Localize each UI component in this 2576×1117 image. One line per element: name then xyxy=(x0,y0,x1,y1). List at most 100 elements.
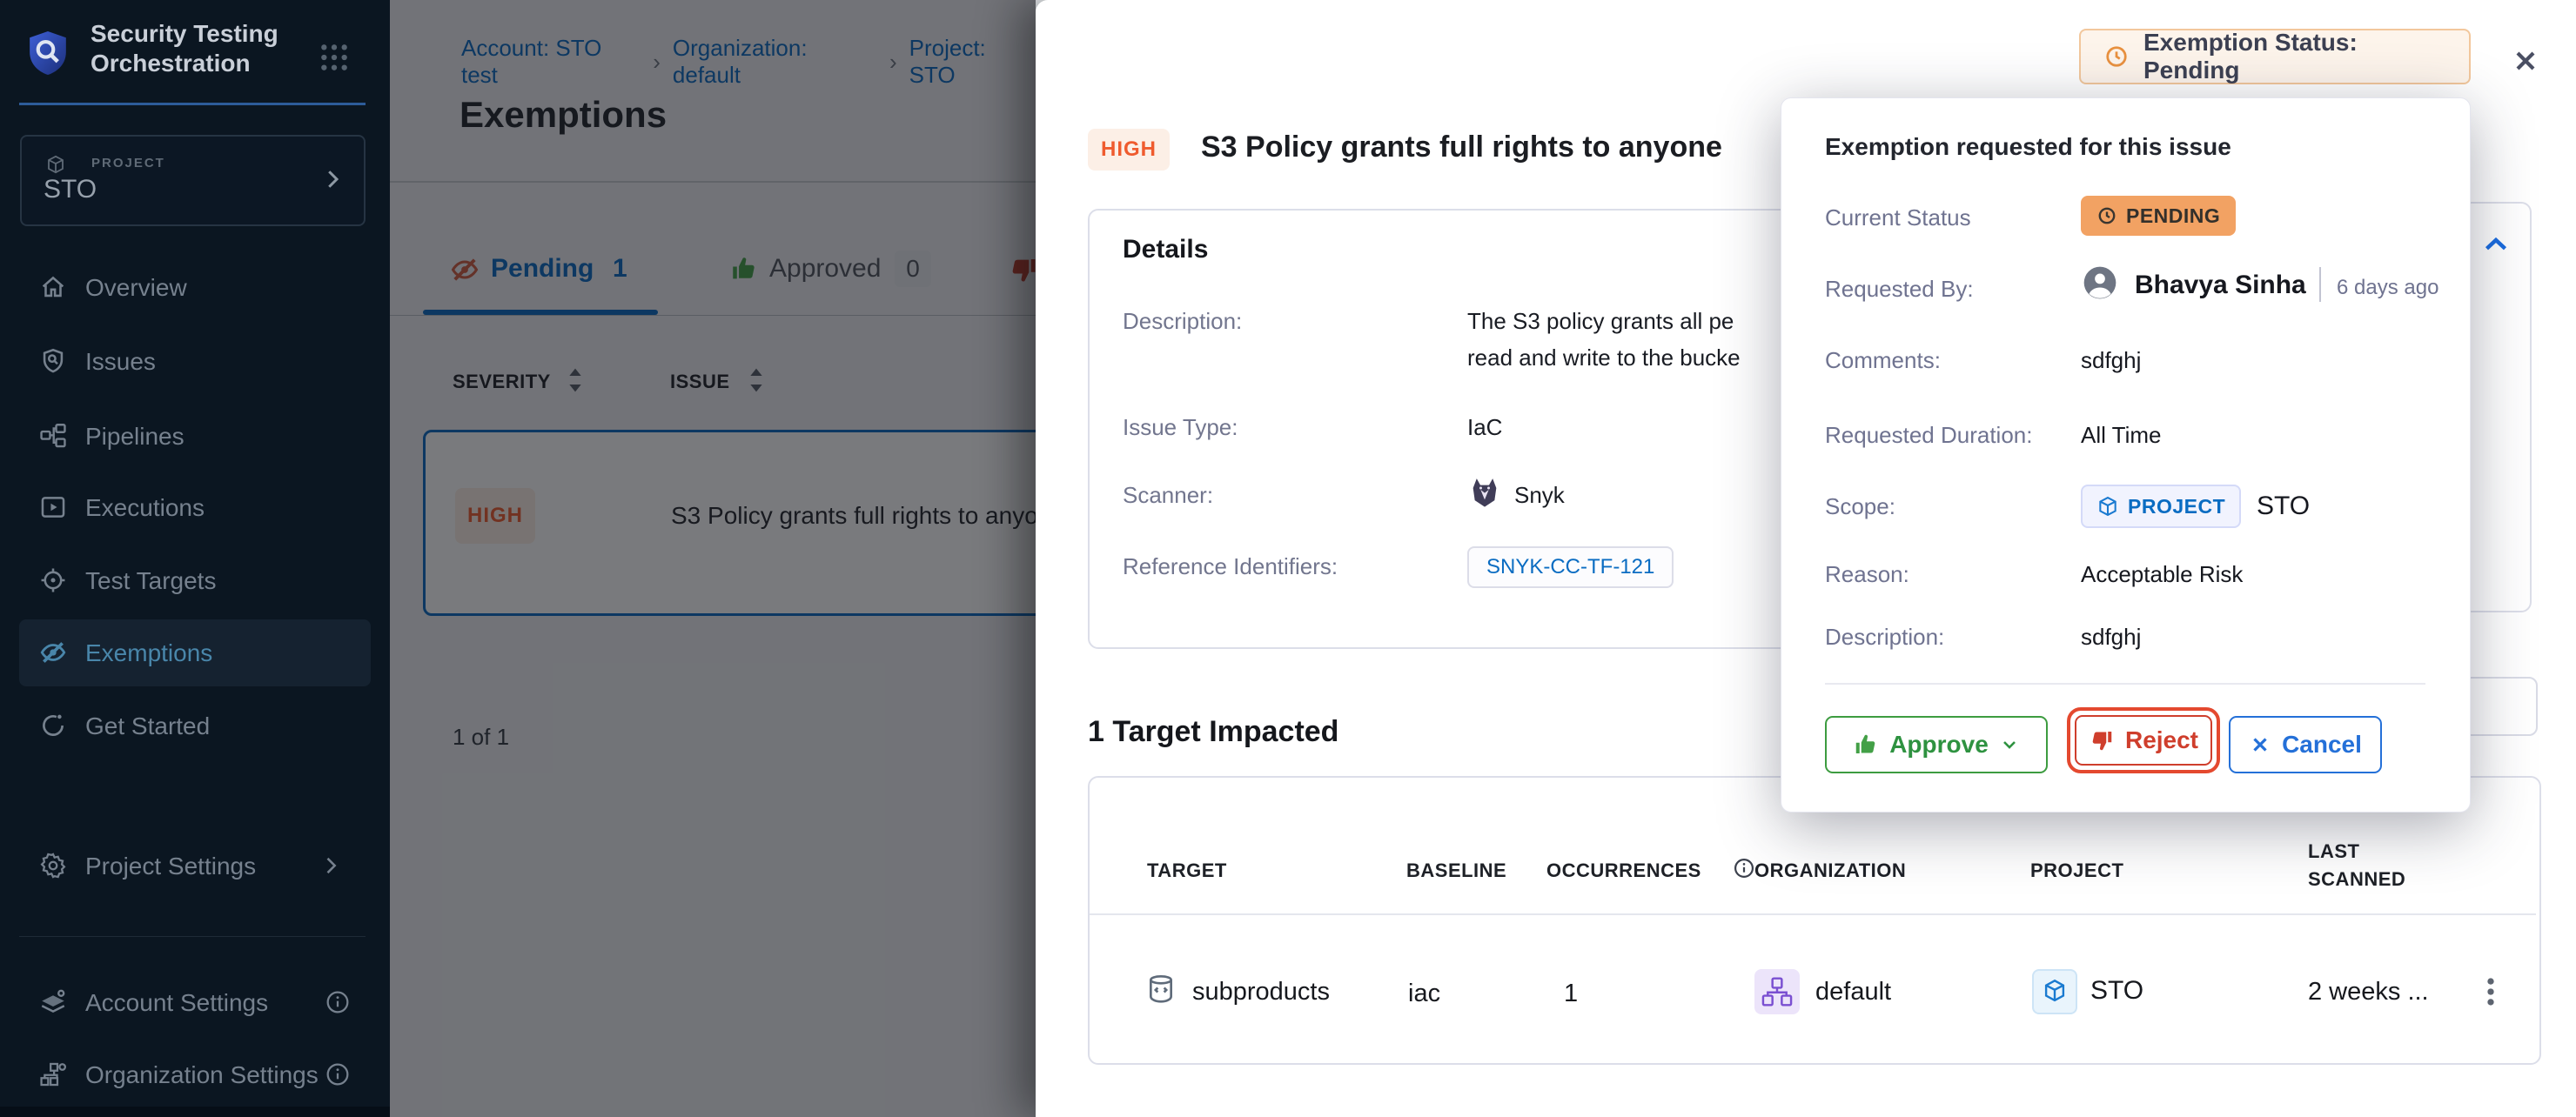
target-organization: default xyxy=(1815,978,1891,1007)
sidebar-item-overview[interactable]: Overview xyxy=(0,254,390,320)
scanner-value: Snyk xyxy=(1514,482,1565,509)
current-status-label: Current Status xyxy=(1825,204,1971,231)
duration-value: All Time xyxy=(2081,422,2161,449)
sidebar-item-exemptions[interactable]: Exemptions xyxy=(0,619,390,686)
target-last-scanned: 2 weeks ... xyxy=(2308,978,2429,1007)
baseline-column-header: BASELINE xyxy=(1406,859,1506,882)
org-gear-icon xyxy=(38,1060,68,1089)
sidebar-item-project-settings[interactable]: Project Settings xyxy=(0,833,390,899)
chevron-up-icon[interactable] xyxy=(2480,230,2512,261)
requested-by-label: Requested By: xyxy=(1825,276,1974,303)
reference-identifiers-label: Reference Identifiers: xyxy=(1123,553,1338,580)
approve-button[interactable]: Approve xyxy=(1825,716,2048,773)
severity-badge: HIGH xyxy=(1088,129,1170,171)
project-icon xyxy=(2032,969,2077,1014)
sidebar-bottom-strip xyxy=(0,1107,390,1117)
targets-table-card: TARGET BASELINE OCCURRENCES ORGANIZATION… xyxy=(1088,776,2541,1065)
info-icon[interactable] xyxy=(1732,856,1756,880)
target-name[interactable]: subproducts xyxy=(1192,978,1330,1007)
shield-search-icon xyxy=(38,346,68,376)
exemption-review-popup: Exemption requested for this issue Curre… xyxy=(1781,97,2471,813)
sidebar-divider xyxy=(19,936,366,937)
layers-gear-icon xyxy=(38,987,68,1017)
target-baseline: iac xyxy=(1408,980,1440,1008)
sidebar-accent-divider xyxy=(19,103,366,105)
sidebar-item-get-started[interactable]: Get Started xyxy=(0,692,390,759)
requested-by-time: 6 days ago xyxy=(2337,276,2438,300)
eye-off-icon xyxy=(38,638,68,667)
project-selector[interactable]: PROJECT STO xyxy=(20,135,366,226)
thumb-down-icon xyxy=(2089,727,2115,753)
reject-button[interactable]: Reject xyxy=(2075,715,2212,766)
chevron-right-icon xyxy=(319,166,345,192)
description-value-line1: The S3 policy grants all pe xyxy=(1467,308,1734,335)
clock-icon xyxy=(2103,43,2130,70)
reject-button-focus-ring: Reject xyxy=(2067,707,2220,773)
sidebar-item-issues[interactable]: Issues xyxy=(0,328,390,394)
modal-scrim[interactable] xyxy=(390,0,1036,1117)
reference-identifier-chip[interactable]: SNYK-CC-TF-121 xyxy=(1467,546,1674,588)
scope-project-chip: PROJECT xyxy=(2081,485,2241,528)
exemption-status-pill[interactable]: Exemption Status: Pending xyxy=(2079,29,2471,84)
sidebar-item-organization-settings[interactable]: Organization Settings xyxy=(0,1041,390,1107)
divider xyxy=(2319,267,2321,302)
target-occurrences: 1 xyxy=(1564,980,1578,1008)
sidebar-item-account-settings[interactable]: Account Settings xyxy=(0,969,390,1035)
duration-label: Requested Duration: xyxy=(1825,422,2032,449)
close-icon[interactable] xyxy=(2510,45,2541,77)
requested-by-name: Bhavya Sinha xyxy=(2135,271,2306,300)
executions-play-icon xyxy=(38,492,68,522)
sidebar-item-test-targets[interactable]: Test Targets xyxy=(0,547,390,613)
x-icon xyxy=(2249,733,2271,756)
reason-label: Reason: xyxy=(1825,561,1909,588)
description-value: sdfghj xyxy=(2081,624,2141,651)
popup-heading: Exemption requested for this issue xyxy=(1825,133,2231,161)
pipelines-icon xyxy=(38,421,68,451)
sto-shield-logo-icon xyxy=(26,28,70,78)
clock-icon xyxy=(2096,205,2117,226)
kebab-menu-icon[interactable] xyxy=(2472,973,2510,1011)
target-project: STO xyxy=(2090,976,2143,1006)
cancel-button[interactable]: Cancel xyxy=(2229,716,2382,773)
target-icon xyxy=(38,565,68,595)
project-cube-icon xyxy=(45,154,66,175)
description-value-line2: read and write to the bucke xyxy=(1467,344,1741,371)
organization-icon xyxy=(1754,969,1800,1014)
occurrences-column-header: OCCURRENCES xyxy=(1546,859,1701,882)
product-title: Security TestingOrchestration xyxy=(91,19,334,78)
chevron-right-icon xyxy=(319,853,343,878)
targets-heading: 1 Target Impacted xyxy=(1088,715,1338,749)
project-column-header: PROJECT xyxy=(2030,859,2123,882)
comments-label: Comments: xyxy=(1825,347,1941,374)
target-column-header: TARGET xyxy=(1147,859,1227,882)
get-started-icon xyxy=(38,711,68,740)
popup-divider xyxy=(1825,683,2425,685)
issue-title: S3 Policy grants full rights to anyone xyxy=(1201,130,1722,164)
sidebar: Security TestingOrchestration PROJECT ST… xyxy=(0,0,390,1117)
snyk-logo-icon xyxy=(1467,473,1502,512)
sidebar-item-executions[interactable]: Executions xyxy=(0,474,390,540)
description-label: Description: xyxy=(1825,624,1944,651)
scope-value: STO xyxy=(2257,492,2310,521)
comments-value: sdfghj xyxy=(2081,347,2141,374)
details-heading: Details xyxy=(1123,235,1208,264)
pending-status-badge: PENDING xyxy=(2081,196,2236,236)
scanner-label: Scanner: xyxy=(1123,482,1213,509)
chevron-down-icon xyxy=(1999,734,2020,755)
organization-column-header: ORGANIZATION xyxy=(1754,859,1906,882)
sidebar-item-pipelines[interactable]: Pipelines xyxy=(0,403,390,469)
bucket-target-icon xyxy=(1144,971,1178,1009)
app-window: Security TestingOrchestration PROJECT ST… xyxy=(0,0,2576,1117)
project-selector-type: PROJECT xyxy=(91,156,165,171)
table-header-divider xyxy=(1090,913,2536,915)
module-grid-icon[interactable] xyxy=(317,40,352,75)
scope-label: Scope: xyxy=(1825,493,1895,520)
last-scanned-column-header: LAST xyxy=(2308,840,2359,863)
description-label: Description: xyxy=(1123,308,1242,335)
project-selector-value: STO xyxy=(44,175,97,204)
info-icon[interactable] xyxy=(324,1060,352,1088)
project-cube-icon xyxy=(2096,495,2119,518)
thumb-up-icon xyxy=(1853,732,1879,758)
avatar xyxy=(2081,264,2119,302)
info-icon[interactable] xyxy=(324,988,352,1016)
